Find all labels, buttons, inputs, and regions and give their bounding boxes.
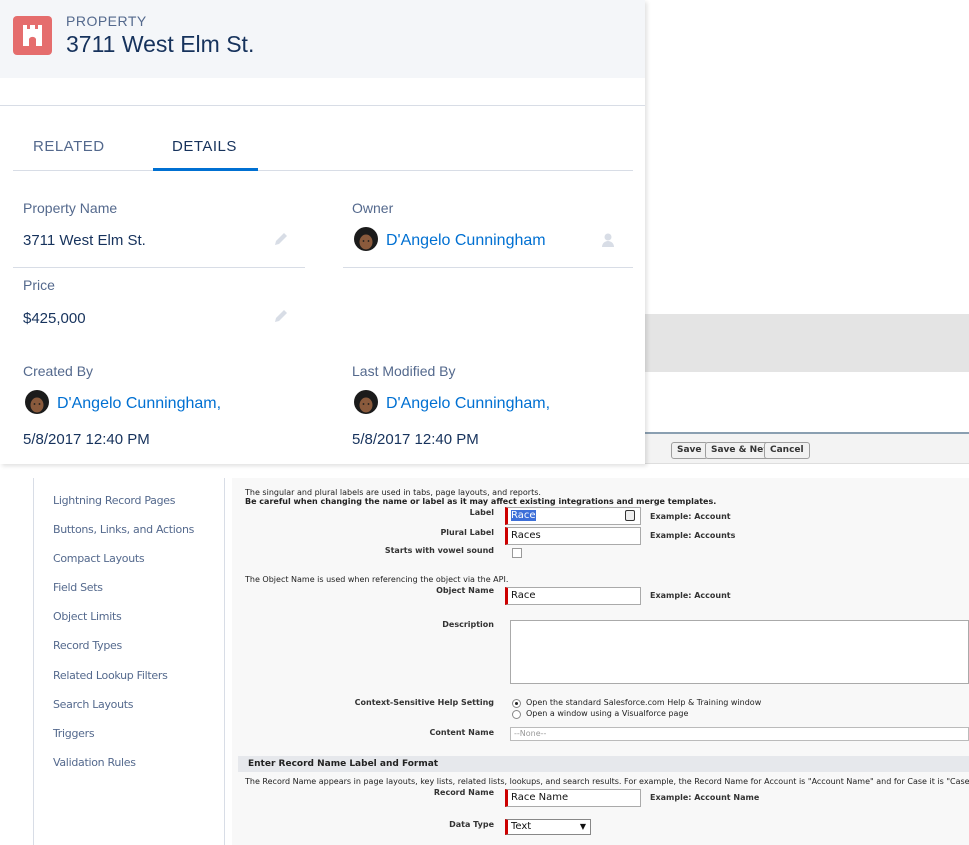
setup-sidebar: Lightning Record Pages Buttons, Links, a… (33, 478, 225, 845)
description-textarea[interactable] (510, 620, 969, 684)
tab-related[interactable]: RELATED (33, 138, 105, 155)
price-label: Price (23, 277, 55, 293)
help-standard-radio[interactable] (512, 699, 521, 708)
label-warning-text: Be careful when changing the name or lab… (245, 497, 717, 506)
cancel-button[interactable]: Cancel (764, 442, 810, 459)
tabs-divider (13, 170, 633, 171)
field-divider (343, 267, 633, 268)
sidebar-item-search-layouts[interactable]: Search Layouts (53, 698, 134, 711)
record-name-help-text: The Record Name appears in page layouts,… (245, 777, 969, 786)
record-header: PROPERTY 3711 West Elm St. (0, 0, 645, 78)
object-type-label: PROPERTY (66, 13, 147, 29)
field-divider (13, 267, 305, 268)
dropdown-arrow-icon: ▼ (579, 822, 586, 831)
user-avatar (353, 227, 379, 253)
property-castle-icon (13, 16, 52, 55)
vowel-sound-label: Starts with vowel sound (384, 546, 494, 555)
created-date: 5/8/2017 12:40 PM (23, 431, 150, 448)
custom-object-form: The singular and plural labels are used … (232, 478, 969, 845)
label-input-value: Race (511, 510, 536, 521)
content-name-label: Content Name (429, 728, 494, 737)
object-name-example: Example: Account (650, 591, 731, 600)
help-standard-radio-label: Open the standard Salesforce.com Help & … (526, 698, 762, 707)
sidebar-item-field-sets[interactable]: Field Sets (53, 581, 103, 594)
help-visualforce-radio[interactable] (512, 710, 521, 719)
record-title: 3711 West Elm St. (66, 31, 255, 57)
vowel-sound-checkbox[interactable] (512, 548, 522, 558)
user-avatar (353, 390, 379, 416)
label-input[interactable]: Race (505, 507, 641, 525)
help-visualforce-radio-label: Open a window using a Visualforce page (526, 709, 689, 718)
sidebar-item-triggers[interactable]: Triggers (53, 727, 95, 740)
lightning-record-page: PROPERTY 3711 West Elm St. RELATED DETAI… (0, 0, 645, 464)
sidebar-item-object-limits[interactable]: Object Limits (53, 610, 122, 623)
object-name-help-text: The Object Name is used when referencing… (245, 575, 509, 584)
plural-label-example: Example: Accounts (650, 531, 736, 540)
record-name-field-label: Record Name (433, 788, 494, 797)
sidebar-item-related-lookup-filters[interactable]: Related Lookup Filters (53, 669, 168, 682)
owner-link[interactable]: D'Angelo Cunningham (386, 232, 546, 250)
plural-label-field-label: Plural Label (440, 528, 494, 537)
created-by-user-link[interactable]: D'Angelo Cunningham, (57, 395, 221, 413)
save-button[interactable]: Save (671, 442, 708, 459)
record-name-section-header: Enter Record Name Label and Format (238, 756, 969, 772)
last-modified-by-label: Last Modified By (352, 363, 456, 379)
sidebar-item-validation-rules[interactable]: Validation Rules (53, 756, 136, 769)
owner-label: Owner (352, 200, 394, 216)
object-name-field-label: Object Name (436, 586, 494, 595)
data-type-value: Text (511, 821, 532, 832)
last-modified-date: 5/8/2017 12:40 PM (352, 431, 479, 448)
active-tab-indicator (153, 168, 258, 171)
edit-pencil-icon[interactable] (273, 308, 289, 324)
autofill-key-icon[interactable] (625, 510, 635, 521)
plural-label-input[interactable]: Races (505, 527, 641, 545)
classic-header-bar (645, 314, 969, 372)
object-name-input[interactable]: Race (505, 587, 641, 605)
last-modified-by-user-link[interactable]: D'Angelo Cunningham, (386, 395, 550, 413)
sidebar-item-lightning-record-pages[interactable]: Lightning Record Pages (53, 494, 176, 507)
user-avatar (24, 390, 50, 416)
description-field-label: Description (442, 620, 494, 629)
content-name-select[interactable]: --None-- (510, 727, 969, 741)
price-value: $425,000 (23, 310, 86, 327)
label-help-text: The singular and plural labels are used … (245, 488, 541, 497)
data-type-select[interactable]: Text ▼ (505, 819, 591, 835)
created-by-label: Created By (23, 363, 94, 379)
property-name-value: 3711 West Elm St. (23, 232, 146, 249)
tab-details[interactable]: DETAILS (172, 138, 237, 155)
change-owner-icon[interactable] (601, 232, 617, 248)
sidebar-item-buttons-links-actions[interactable]: Buttons, Links, and Actions (53, 523, 194, 536)
label-field-label: Label (469, 508, 494, 517)
edit-pencil-icon[interactable] (273, 231, 289, 247)
sidebar-item-record-types[interactable]: Record Types (53, 639, 122, 652)
record-name-example: Example: Account Name (650, 793, 760, 802)
header-divider (0, 105, 645, 106)
data-type-label: Data Type (449, 820, 494, 829)
label-example: Example: Account (650, 512, 731, 521)
record-name-input[interactable]: Race Name (505, 789, 641, 807)
property-name-label: Property Name (23, 200, 118, 216)
help-setting-label: Context-Sensitive Help Setting (354, 698, 494, 707)
sidebar-item-compact-layouts[interactable]: Compact Layouts (53, 552, 145, 565)
